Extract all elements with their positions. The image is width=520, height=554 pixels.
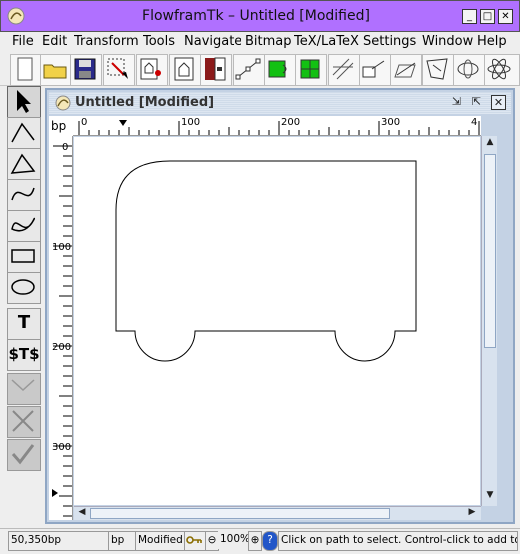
horizontal-scrollbar[interactable]: ◀ ▶: [74, 506, 481, 520]
grid-lines-icon[interactable]: [328, 54, 360, 86]
vertical-scroll-thumb[interactable]: [484, 154, 496, 348]
doc-close-icon[interactable]: ✕: [491, 95, 506, 110]
app-logo-icon: [7, 7, 25, 25]
finish-icon[interactable]: [7, 439, 41, 471]
menu-file[interactable]: File: [12, 34, 40, 49]
gather-tool[interactable]: [7, 373, 41, 405]
ellipse-tool[interactable]: [7, 272, 41, 304]
scroll-up-icon[interactable]: ▲: [484, 137, 496, 147]
lock-key-icon[interactable]: [184, 531, 206, 551]
cancel-icon[interactable]: [7, 406, 41, 438]
transform-icon[interactable]: [422, 54, 454, 86]
vruler-ticks: [52, 145, 72, 517]
menu-window[interactable]: Window: [422, 34, 474, 49]
iconify-icon[interactable]: ⇲: [449, 95, 464, 110]
document-title-bar: Untitled [Modified] ⇲ ⇱ ✕: [49, 92, 511, 114]
green-fill-icon[interactable]: [264, 54, 296, 86]
menu-settings[interactable]: Settings: [363, 34, 419, 49]
closed-curve-tool[interactable]: [7, 210, 41, 242]
closed-line-tool[interactable]: [7, 148, 41, 180]
maximize-icon[interactable]: □: [480, 9, 495, 24]
zoom-level[interactable]: 100%: [218, 531, 252, 549]
line-arrow-icon[interactable]: [359, 54, 391, 86]
edit-page-icon[interactable]: [136, 54, 168, 86]
rectangle-tool[interactable]: [7, 241, 41, 273]
window-title-bar: FlowframTk – Untitled [Modified] _ □ ✕: [0, 0, 520, 32]
math-tool[interactable]: $T$: [7, 339, 41, 371]
close-icon[interactable]: ✕: [498, 9, 513, 24]
hruler-label-4: 4: [471, 117, 478, 128]
scroll-down-icon[interactable]: ▼: [484, 490, 496, 500]
document-icon: [55, 95, 71, 111]
hruler-label-300: 300: [381, 117, 401, 128]
text-tool[interactable]: T: [7, 308, 41, 340]
zoom-out-icon[interactable]: ⊖: [205, 531, 219, 551]
green-grid-icon[interactable]: [295, 54, 327, 86]
toolbar: [0, 52, 520, 86]
menu-bar: File Edit Transform Tools Navigate Bitma…: [0, 32, 520, 52]
hruler-marker: [119, 120, 127, 126]
new-icon[interactable]: [10, 54, 42, 86]
hruler-label-0: 0: [81, 117, 88, 128]
cursor-position: 50,350bp: [8, 531, 112, 551]
vruler-label-100: 100: [52, 242, 72, 253]
slant-icon[interactable]: [390, 54, 422, 86]
vruler-marker: [52, 489, 58, 497]
vruler-label-0: 0: [62, 142, 69, 153]
ellipse-shape-icon[interactable]: [453, 54, 485, 86]
drawing-canvas[interactable]: [74, 137, 480, 505]
menu-edit[interactable]: Edit: [42, 34, 72, 49]
help-icon[interactable]: ?: [262, 531, 278, 551]
zoom-in-icon[interactable]: ⊕: [248, 531, 262, 551]
select-tool[interactable]: [7, 86, 41, 118]
menu-tex-latex[interactable]: TeX/LaTeX: [294, 34, 360, 49]
ruler-unit: bp: [49, 116, 73, 136]
page-up-icon[interactable]: [169, 54, 201, 86]
menu-tools[interactable]: Tools: [143, 34, 181, 49]
window-title: FlowframTk – Untitled [Modified]: [142, 8, 370, 24]
help-message: Click on path to select. Control-click t…: [278, 531, 518, 551]
scroll-left-icon[interactable]: ◀: [76, 507, 88, 517]
hruler-ticks: [78, 120, 480, 135]
horizontal-scroll-thumb[interactable]: [90, 508, 390, 519]
menu-transform[interactable]: Transform: [74, 34, 140, 49]
vruler-label-200: 200: [52, 342, 72, 353]
menu-navigate[interactable]: Navigate: [184, 34, 241, 49]
hruler-label-200: 200: [281, 117, 301, 128]
open-folder-icon[interactable]: [40, 54, 72, 86]
status-bar: 50,350bp bp Modified ⊖ 100% ⊕ ? Click on…: [0, 528, 520, 554]
modified-status: Modified: [135, 531, 189, 551]
bus-shape-path[interactable]: [115, 160, 417, 362]
document-title: Untitled [Modified]: [75, 95, 215, 110]
menu-help[interactable]: Help: [477, 34, 513, 49]
page-down-icon[interactable]: [200, 54, 232, 86]
vertical-scrollbar[interactable]: ▲ ▼: [481, 136, 497, 506]
vertical-ruler: 0 100 200 300: [49, 136, 73, 520]
edit-path-icon[interactable]: [233, 54, 265, 86]
open-curve-tool[interactable]: [7, 179, 41, 211]
vruler-label-300: 300: [52, 442, 72, 453]
document-window: Untitled [Modified] ⇲ ⇱ ✕ bp 0 100 200 3…: [45, 88, 515, 524]
save-icon[interactable]: [70, 54, 102, 86]
tool-palette: T $T$: [4, 86, 42, 526]
atom-icon[interactable]: [484, 54, 520, 86]
minimize-icon[interactable]: _: [462, 9, 477, 24]
select-area-icon[interactable]: [103, 54, 135, 86]
scroll-right-icon[interactable]: ▶: [466, 507, 478, 517]
doc-maximize-icon[interactable]: ⇱: [469, 95, 484, 110]
menu-bitmap[interactable]: Bitmap: [245, 34, 291, 49]
open-line-tool[interactable]: [7, 117, 41, 149]
canvas-drawing: [115, 160, 417, 362]
hruler-label-100: 100: [181, 117, 201, 128]
horizontal-ruler: 0 100 200 300 4: [73, 116, 481, 136]
